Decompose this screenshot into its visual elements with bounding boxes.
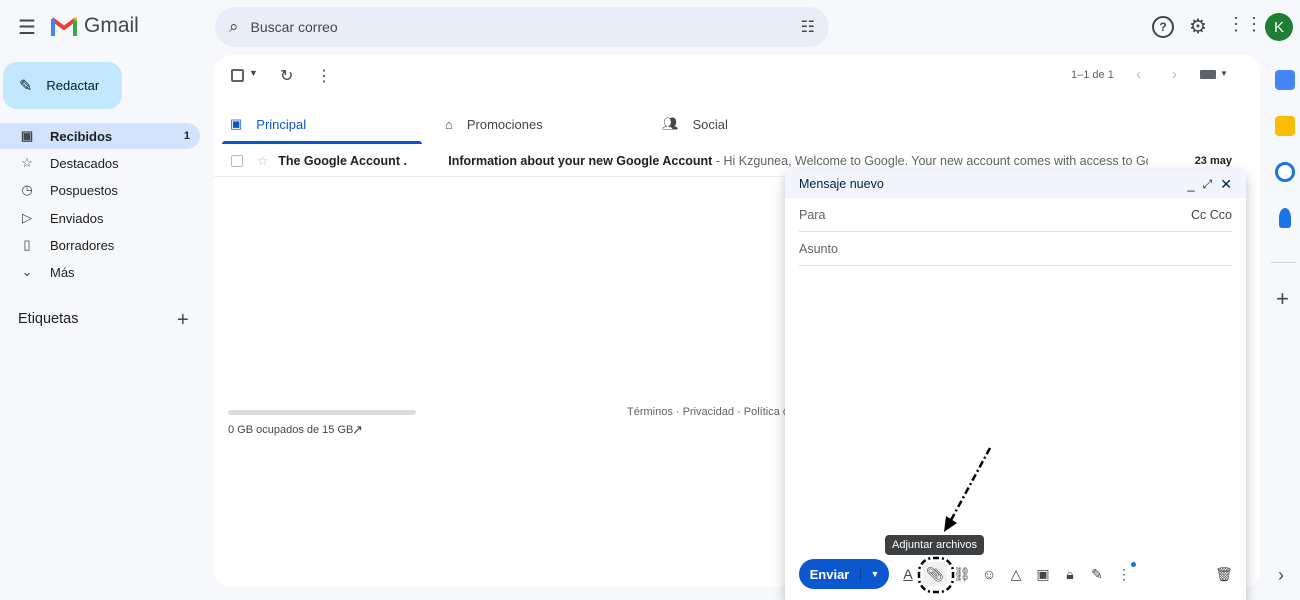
email-snippet: - Hi Kzgunea, Welcome to Google. Your ne…	[712, 153, 1149, 168]
compose-title: Mensaje nuevo	[799, 177, 884, 191]
discard-trash-icon[interactable]: 🗑︎	[1212, 562, 1236, 586]
insert-photo-icon[interactable]: ▣	[1031, 562, 1055, 586]
tab-label: Social	[692, 116, 728, 132]
select-all-checkbox[interactable]	[231, 69, 244, 82]
refresh-icon[interactable]: ↻	[280, 66, 293, 86]
message-body[interactable]	[785, 266, 1246, 536]
active-tab-indicator	[222, 141, 422, 144]
send-button[interactable]: Enviar ▼	[799, 559, 889, 589]
tab-promociones[interactable]: ⌂ Promociones	[445, 105, 543, 143]
sidebar-item-sent[interactable]: ▷ Enviados	[0, 205, 200, 231]
expand-side-panel-icon[interactable]: ›	[1278, 565, 1284, 586]
filter-options-icon[interactable]: ☷	[801, 17, 815, 37]
compose-button[interactable]: ✎ Redactar	[3, 62, 122, 109]
people-icon: 👥︎	[662, 116, 679, 131]
input-tools-dropdown-icon[interactable]: ▼	[1220, 69, 1228, 78]
tasks-icon[interactable]	[1275, 162, 1295, 182]
sidebar-item-drafts[interactable]: ▯ Borradores	[0, 232, 200, 258]
email-sender: The Google Account .	[278, 153, 407, 168]
get-addons-icon[interactable]: +	[1276, 286, 1289, 312]
cc-bcc-link[interactable]: Cc Cco	[1191, 208, 1232, 222]
tab-label: Promociones	[466, 116, 543, 132]
storage-text: 0 GB ocupados de 15 GB	[228, 424, 354, 436]
tooltip: Adjuntar archivos	[885, 535, 984, 555]
compose-window: Mensaje nuevo _ ⤢ ✕ Para Cc Cco Asunto	[785, 170, 1246, 600]
confidential-mode-lock-icon[interactable]: 🔒︎	[1058, 562, 1082, 586]
footer-links[interactable]: Términos · Privacidad · Política del	[627, 406, 798, 418]
avatar[interactable]: K	[1265, 13, 1293, 41]
divider	[1270, 262, 1296, 263]
main-menu-icon[interactable]: ☰	[16, 16, 38, 39]
draft-icon: ▯	[23, 237, 31, 252]
tag-icon: ⌂	[445, 116, 453, 132]
pencil-icon: ✎	[19, 77, 33, 95]
subject-field[interactable]: Asunto	[799, 232, 1232, 266]
compose-header[interactable]: Mensaje nuevo _ ⤢ ✕	[785, 170, 1246, 198]
storage-bar	[228, 410, 416, 415]
notification-dot	[1131, 562, 1136, 567]
tab-social[interactable]: 👥︎ Social	[662, 105, 728, 143]
search-icon[interactable]: ⌕	[229, 17, 239, 37]
external-link-icon[interactable]: ↗	[352, 422, 363, 438]
calendar-icon[interactable]	[1275, 70, 1295, 90]
gmail-m-icon	[50, 17, 78, 36]
to-label: Para	[799, 207, 826, 222]
clock-icon: ◷	[21, 182, 33, 197]
sidebar-item-snoozed[interactable]: ◷ Pospuestos	[0, 177, 200, 203]
inbox-icon: ▣	[20, 128, 34, 143]
keep-icon[interactable]	[1275, 116, 1295, 136]
gmail-logo[interactable]: Gmail	[50, 14, 139, 38]
sidebar-item-label: Más	[50, 264, 75, 280]
sidebar-item-more[interactable]: ⌄ Más	[0, 259, 200, 285]
pagination-text: 1–1 de 1	[1071, 69, 1114, 81]
app-name: Gmail	[84, 14, 139, 37]
settings-gear-icon[interactable]: ⚙	[1189, 14, 1207, 39]
attach-file-icon[interactable]: 📎︎	[923, 562, 947, 586]
more-options-icon[interactable]: ⋮	[316, 66, 332, 86]
contacts-icon[interactable]	[1279, 208, 1291, 228]
send-label: Enviar	[799, 566, 861, 582]
next-page-icon[interactable]: ›	[1172, 66, 1177, 83]
sidebar-item-label: Recibidos	[50, 128, 113, 144]
email-subject: Information about your new Google Accoun…	[448, 153, 713, 168]
email-date: 23 may	[1194, 154, 1232, 167]
select-dropdown-icon[interactable]: ▼	[249, 68, 258, 78]
close-icon[interactable]: ✕	[1220, 176, 1232, 193]
subject-placeholder: Asunto	[799, 241, 838, 256]
help-icon[interactable]: ?	[1152, 16, 1174, 38]
keyboard-icon[interactable]	[1200, 70, 1216, 79]
sidebar-item-label: Destacados	[50, 155, 119, 171]
row-checkbox[interactable]	[231, 154, 243, 167]
google-drive-icon[interactable]: △	[1004, 562, 1028, 586]
star-icon[interactable]: ☆	[257, 153, 268, 168]
sidebar-item-starred[interactable]: ☆ Destacados	[0, 150, 200, 176]
add-label-icon[interactable]: +	[177, 309, 189, 332]
formatting-options-icon[interactable]: A	[896, 562, 920, 586]
sidebar-item-label: Enviados	[50, 210, 104, 226]
search-bar[interactable]: ⌕ Buscar correo ☷	[215, 7, 829, 47]
send-icon: ▷	[22, 210, 32, 225]
labels-heading: Etiquetas	[18, 311, 79, 327]
search-input[interactable]: Buscar correo	[251, 19, 338, 35]
prev-page-icon[interactable]: ‹	[1136, 66, 1141, 83]
insert-link-icon[interactable]: ⛓	[950, 562, 974, 586]
tab-label: Principal	[256, 116, 307, 132]
fullscreen-icon[interactable]: ⤢	[1203, 177, 1213, 192]
emoji-icon[interactable]: ☺	[977, 562, 1001, 586]
unread-count: 1	[183, 130, 190, 142]
signature-pen-icon[interactable]: ✎	[1085, 562, 1109, 586]
compose-label: Redactar	[46, 78, 100, 93]
star-icon: ☆	[21, 155, 33, 170]
chevron-down-icon: ⌄	[21, 264, 33, 279]
to-field[interactable]: Para Cc Cco	[799, 198, 1232, 232]
sidebar-item-label: Pospuestos	[50, 182, 118, 198]
sidebar-item-inbox[interactable]: ▣ Recibidos 1	[0, 123, 200, 149]
send-options-dropdown-icon[interactable]: ▼	[861, 569, 889, 579]
tab-principal[interactable]: ▣ Principal	[230, 105, 306, 143]
sidebar-item-label: Borradores	[50, 237, 115, 253]
minimize-icon[interactable]: _	[1187, 177, 1194, 192]
inbox-icon: ▣	[230, 116, 243, 131]
